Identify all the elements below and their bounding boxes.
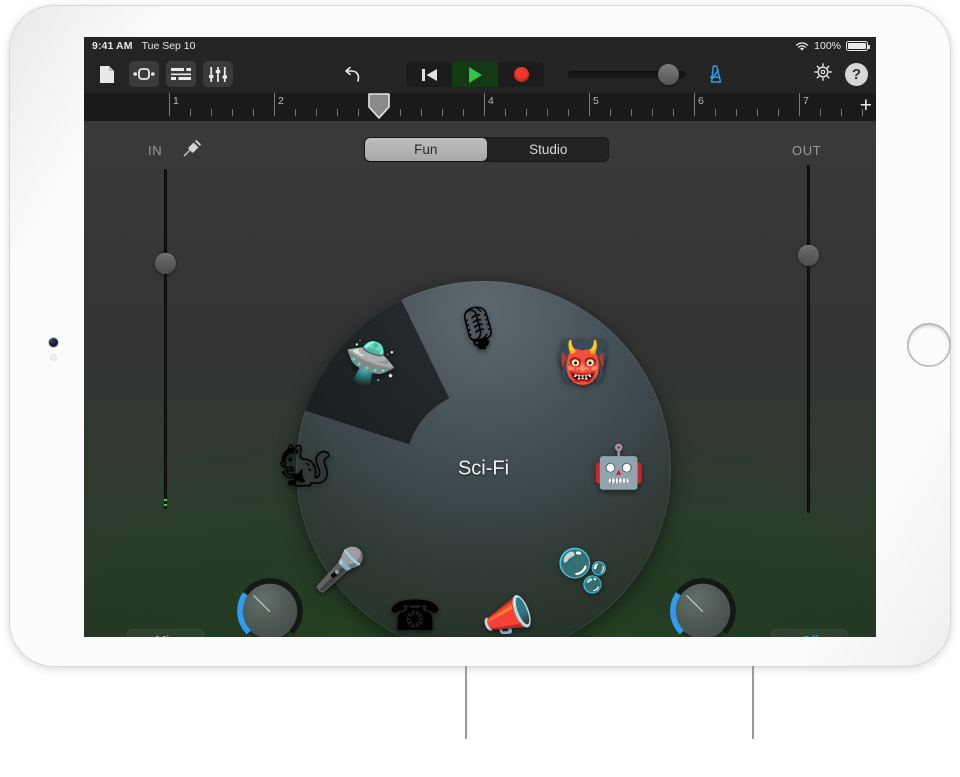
home-button[interactable] xyxy=(907,323,951,367)
input-level-led xyxy=(164,504,167,506)
battery-percent: 100% xyxy=(814,40,841,52)
ambient-sensor-icon xyxy=(51,355,56,360)
monster-icon: 👹 xyxy=(556,338,610,385)
rewind-to-start-icon xyxy=(421,68,437,81)
rewind-button[interactable] xyxy=(406,62,452,87)
document-icon xyxy=(100,65,114,83)
record-button[interactable] xyxy=(498,62,544,87)
ipad-device-frame: 9:41 AM Tue Sep 10 100% ? 1 2 4 5 6 7 + … xyxy=(10,6,951,666)
master-volume-slider[interactable] xyxy=(568,64,686,85)
gear-icon xyxy=(814,63,832,81)
ruler-track: 1 2 3 4 5 6 7 8 xyxy=(169,93,863,121)
status-time: 9:41 AM xyxy=(92,40,133,52)
status-date: Tue Sep 10 xyxy=(141,40,196,52)
battery-full-icon xyxy=(846,41,871,51)
effect-bubbles[interactable]: 🫧 xyxy=(554,542,612,600)
effect-goldmic[interactable]: 🎤 xyxy=(311,541,369,599)
effect-telephone[interactable]: ☎ xyxy=(386,587,444,637)
master-volume-thumb[interactable] xyxy=(658,64,679,85)
wifi-icon xyxy=(796,41,809,51)
play-triangle-icon xyxy=(468,66,482,83)
track-controls-icon xyxy=(133,68,155,80)
ufo-icon: 🛸 xyxy=(344,339,398,386)
studio-microphone-icon: 🎙 xyxy=(451,304,505,351)
channel-button[interactable]: Mic xyxy=(127,629,204,637)
playhead-icon xyxy=(368,93,390,119)
effect-microphone[interactable]: 🎙 xyxy=(449,299,507,357)
telephone-icon: ☎ xyxy=(388,592,442,637)
channel-button-label: Mic xyxy=(155,633,175,637)
status-bar: 9:41 AM Tue Sep 10 100% xyxy=(84,37,876,55)
megaphone-icon: 📣 xyxy=(481,592,535,637)
callout-line-pitch-lower xyxy=(752,666,754,739)
monitor-button-label: Off xyxy=(801,633,818,637)
effects-wheel[interactable]: Sci-Fi 🛸 🎙 👹 🤖 🫧 📣 ☎ 🎤 🐿 xyxy=(278,281,671,637)
fx-button[interactable] xyxy=(203,61,233,87)
effect-ufo[interactable]: 🛸 xyxy=(342,334,400,392)
sound-mode-segmented-control[interactable]: Fun Studio xyxy=(364,137,609,162)
ipad-screen: 9:41 AM Tue Sep 10 100% ? 1 2 4 5 6 7 + … xyxy=(84,37,876,637)
handheld-microphone-icon: 🎤 xyxy=(313,546,367,593)
monitor-button[interactable]: Off xyxy=(771,629,848,637)
input-level-slider[interactable] xyxy=(155,169,176,509)
screenshot-root: 9:41 AM Tue Sep 10 100% ? 1 2 4 5 6 7 + … xyxy=(0,0,960,777)
track-view-button[interactable] xyxy=(129,61,159,87)
input-jack-icon xyxy=(183,140,201,157)
ruler-bar-number: 5 xyxy=(593,95,599,107)
add-track-button[interactable]: + xyxy=(860,95,872,116)
output-label: OUT xyxy=(792,143,822,158)
bubbles-icon: 🫧 xyxy=(556,547,610,594)
tone-knob[interactable]: Tone xyxy=(237,578,303,637)
play-button[interactable] xyxy=(452,62,498,87)
callout-line-wheel-lower xyxy=(465,666,467,739)
sliders-icon xyxy=(209,66,227,82)
effect-megaphone[interactable]: 📣 xyxy=(479,587,537,637)
effect-monster[interactable]: 👹 xyxy=(554,333,612,391)
metronome-button[interactable] xyxy=(704,63,726,90)
ruler-bar-number: 4 xyxy=(488,95,494,107)
transport-controls xyxy=(406,62,544,87)
mixer-list-icon xyxy=(171,67,191,81)
input-level-led xyxy=(164,499,167,501)
tone-knob-ring xyxy=(237,578,303,637)
ruler-bar-number: 7 xyxy=(803,95,809,107)
record-dot-icon xyxy=(513,67,529,82)
toolbar-right-group: ? xyxy=(812,61,868,88)
output-level-slider[interactable] xyxy=(798,165,819,513)
ruler-bar-number: 2 xyxy=(278,95,284,107)
ruler-bar-number: 6 xyxy=(698,95,704,107)
my-songs-button[interactable] xyxy=(92,61,122,87)
tab-fun[interactable]: Fun xyxy=(365,138,487,161)
track-list-button[interactable] xyxy=(166,61,196,87)
undo-button[interactable] xyxy=(339,62,367,86)
pitch-knob-dial[interactable] xyxy=(670,578,736,637)
robot-icon: 🤖 xyxy=(592,443,646,490)
pitch-knob-ring xyxy=(670,578,736,637)
toolbar: ? xyxy=(84,55,876,93)
timeline-ruler[interactable]: 1 2 3 4 5 6 7 8 xyxy=(84,93,876,121)
settings-button[interactable] xyxy=(812,61,834,88)
pitch-knob[interactable]: Pitch xyxy=(670,578,736,637)
ruler-bar-number: 1 xyxy=(173,95,179,107)
help-button[interactable]: ? xyxy=(845,63,868,86)
chipmunk-icon: 🐿 xyxy=(278,442,332,489)
input-slider-thumb[interactable] xyxy=(155,253,176,274)
camera-icon xyxy=(49,338,58,347)
toolbar-left-group xyxy=(92,61,233,87)
effects-panel: IN OUT Fun Studio Sci-Fi 🛸 🎙 👹 🤖 🫧 📣 ☎ 🎤… xyxy=(84,121,876,637)
output-slider-thumb[interactable] xyxy=(798,245,819,266)
metronome-icon xyxy=(710,65,722,83)
tone-knob-dial[interactable] xyxy=(237,578,303,637)
playhead[interactable] xyxy=(367,93,391,119)
input-label: IN xyxy=(148,143,163,158)
effect-chipmunk[interactable]: 🐿 xyxy=(276,437,334,495)
effect-robot[interactable]: 🤖 xyxy=(590,438,648,496)
undo-arrow-icon xyxy=(345,66,360,82)
status-right-group: 100% xyxy=(795,40,871,52)
tab-studio[interactable]: Studio xyxy=(488,137,610,162)
